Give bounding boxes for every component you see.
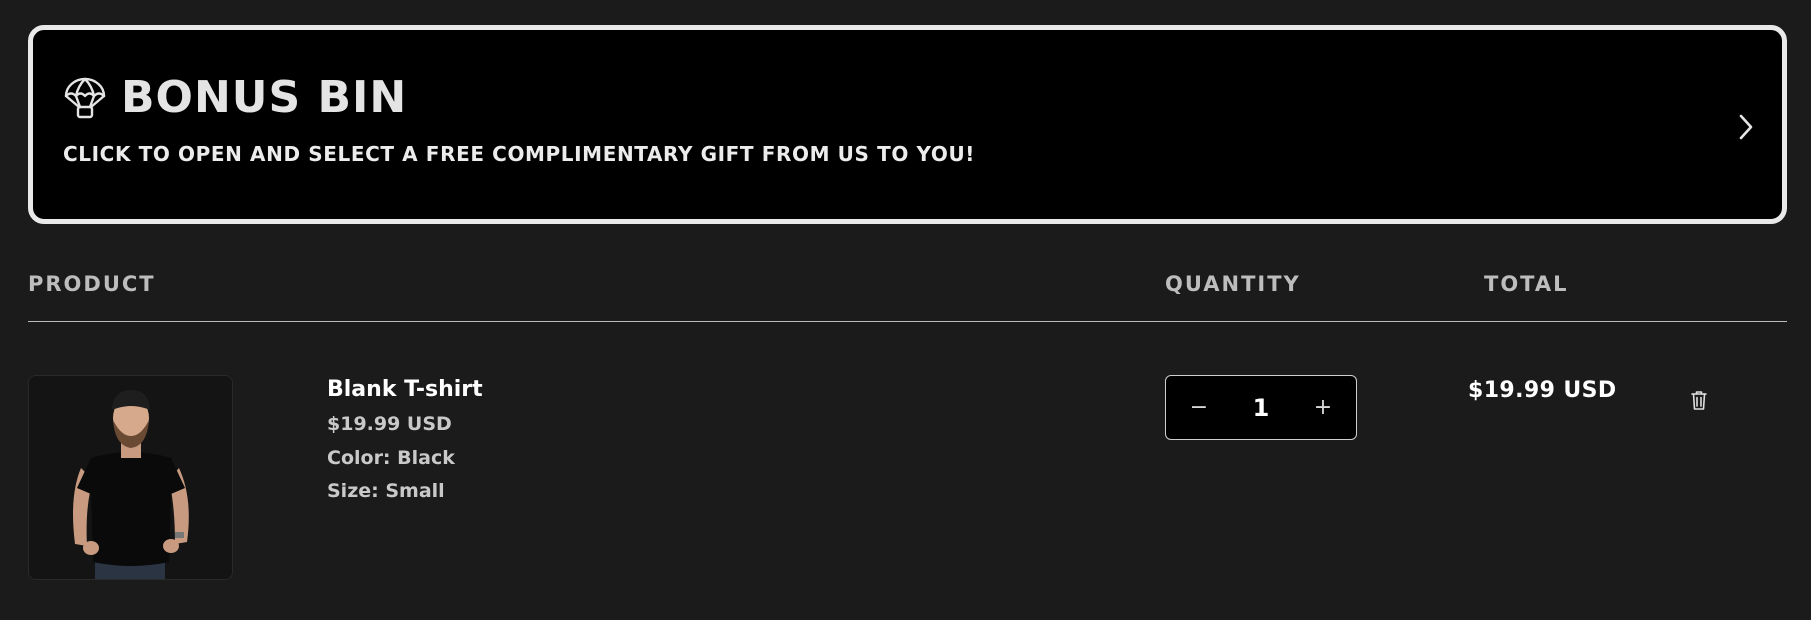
product-info: Blank T-shirt $19.99 USD Color: Black Si… xyxy=(327,375,483,502)
bonus-bin-title: BONUS BIN xyxy=(121,72,408,123)
cart-page: BONUS BIN CLICK TO OPEN AND SELECT A FRE… xyxy=(0,0,1811,620)
product-unit-price: $19.99 USD xyxy=(327,413,452,435)
chevron-right-icon[interactable] xyxy=(1736,112,1756,142)
header-product: PRODUCT xyxy=(28,272,156,296)
bonus-bin-banner[interactable]: BONUS BIN CLICK TO OPEN AND SELECT A FRE… xyxy=(28,25,1787,224)
trash-icon[interactable] xyxy=(1689,389,1709,411)
quantity-input[interactable]: 1 xyxy=(1253,394,1270,422)
bonus-bin-subtitle: CLICK TO OPEN AND SELECT A FREE COMPLIME… xyxy=(63,142,976,166)
header-quantity: QUANTITY xyxy=(1165,272,1301,296)
quantity-decrease-button[interactable]: − xyxy=(1184,393,1214,423)
header-total: TOTAL xyxy=(1484,272,1569,296)
cart-line-item: Blank T-shirt $19.99 USD Color: Black Si… xyxy=(28,375,1787,580)
quantity-increase-button[interactable]: + xyxy=(1308,393,1338,423)
quantity-stepper: − 1 + xyxy=(1165,375,1357,440)
cart-table-header: PRODUCT QUANTITY TOTAL xyxy=(28,270,1787,322)
product-option-size: Size: Small xyxy=(327,480,445,502)
product-image-man-in-black-t-shirt xyxy=(29,376,232,579)
product-name-link[interactable]: Blank T-shirt xyxy=(327,377,483,403)
parachute-icon xyxy=(64,77,106,119)
product-option-color: Color: Black xyxy=(327,447,455,469)
bonus-title-row: BONUS BIN xyxy=(63,76,407,120)
product-image[interactable] xyxy=(28,375,233,580)
line-item-total: $19.99 USD xyxy=(1468,378,1617,403)
